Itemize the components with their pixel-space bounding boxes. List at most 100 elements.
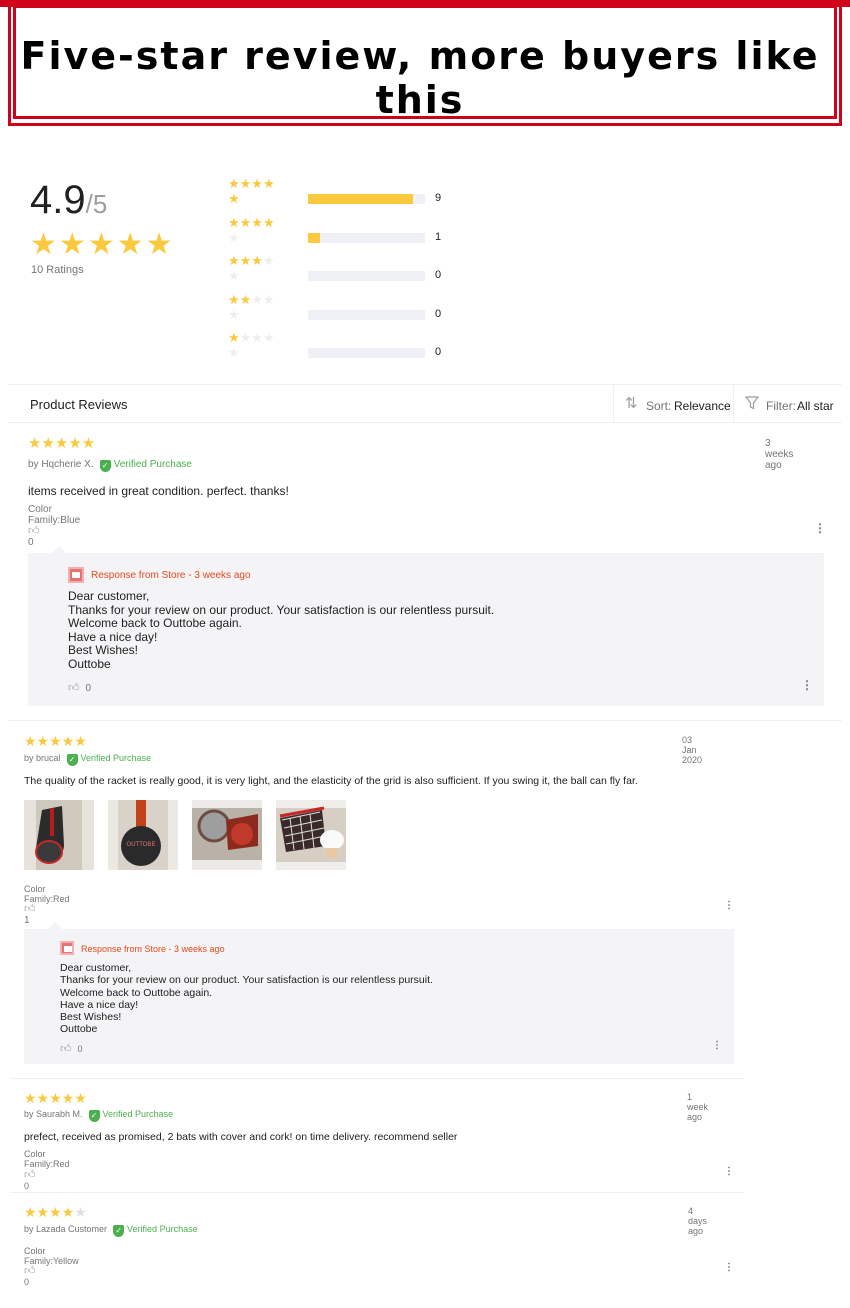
- response-title: Response from Store - 3 weeks ago: [91, 570, 251, 581]
- verified-shield-icon: ✓: [99, 460, 111, 472]
- like-button[interactable]: 👍︎0: [24, 1264, 42, 1287]
- author-name: by brucal: [24, 753, 61, 763]
- review-divider: [10, 1078, 744, 1079]
- star-icon: ★: [30, 228, 57, 261]
- distribution-count: 9: [435, 192, 442, 204]
- thumbs-up-icon: 👍︎: [28, 525, 40, 537]
- verified-label: Verified Purchase: [80, 753, 152, 763]
- distribution-count: 1: [435, 230, 442, 243]
- filter-dropdown[interactable]: Filter: All star: [733, 385, 843, 423]
- response-arrow: [52, 546, 66, 553]
- svg-text:OUTTOBE: OUTTOBE: [127, 842, 156, 848]
- author-name: by Saurabh M.: [24, 1109, 83, 1119]
- review-sku: Color Family:Red: [24, 884, 70, 904]
- rating-distribution: ★★★★ ★ 9 ★★★★ ★ 1 ★★★★ ★ 0 ★★★★ ★ 0 ★★★★ ★ 0: [228, 176, 468, 369]
- sort-value: Relevance: [674, 399, 731, 413]
- more-options-icon[interactable]: ⋮: [724, 900, 734, 912]
- like-count: 1: [24, 915, 30, 926]
- review-photo[interactable]: [24, 800, 94, 870]
- row-stars: ★★★★ ★: [228, 176, 275, 206]
- review-date: 3 weeks ago: [765, 438, 794, 471]
- review-photo[interactable]: OUTTOBE: [108, 800, 178, 870]
- review-stars: ★★★★★: [28, 435, 96, 452]
- author-name: by Lazada Customer: [24, 1224, 108, 1234]
- review-sku: Color Family:Yellow: [24, 1246, 79, 1266]
- average-rating: 4.9/5: [30, 178, 107, 223]
- rating-summary: 4.9/5 ★ ★ ★ ★ ★ 10 Ratings ★★★★ ★ 9 ★★★★ ★…: [0, 150, 850, 380]
- author-name: by Hqcherie X.: [28, 459, 94, 470]
- distribution-bar: [308, 232, 425, 243]
- distribution-row-3[interactable]: ★★★★ ★ 0: [228, 253, 468, 292]
- verified-label: Verified Purchase: [113, 459, 192, 470]
- star-icon: ★: [87, 228, 115, 261]
- promo-banner: Five-star review, more buyers like this: [0, 0, 850, 128]
- review-author: by Lazada Customer ✓ Verified Purchase: [24, 1224, 198, 1237]
- response-body: Dear customer, Thanks for your review on…: [68, 589, 495, 671]
- more-options-icon[interactable]: ⋮: [801, 679, 813, 691]
- average-score: 4.9: [30, 178, 86, 222]
- response-arrow: [48, 922, 62, 929]
- distribution-row-2[interactable]: ★★★★ ★ 0: [228, 292, 468, 331]
- review-date: 4 days ago: [688, 1206, 708, 1236]
- verified-label: Verified Purchase: [127, 1224, 198, 1234]
- review-content: items received in great condition. perfe…: [28, 484, 289, 498]
- review-photo[interactable]: [192, 800, 262, 870]
- verified-shield-icon: ✓: [88, 1110, 100, 1122]
- store-icon: [68, 567, 84, 583]
- store-icon: [60, 941, 74, 955]
- review-photo[interactable]: [276, 800, 346, 870]
- like-count: 0: [24, 1181, 30, 1191]
- average-out-of: /5: [85, 189, 108, 219]
- more-options-icon[interactable]: ⋮: [724, 1262, 734, 1274]
- response-like-button[interactable]: 👍︎ 0: [68, 681, 91, 694]
- row-stars: ★★★★ ★: [228, 291, 275, 322]
- store-response: Response from Store - 3 weeks ago Dear c…: [24, 922, 734, 1064]
- star-icon: ★: [116, 228, 144, 261]
- row-stars: ★★★★ ★: [228, 253, 275, 283]
- review-photos: OUTTOBE: [24, 800, 346, 870]
- star-icon: ★: [145, 228, 173, 261]
- review-content: The quality of the racket is really good…: [24, 775, 638, 787]
- more-options-icon[interactable]: ⋮: [724, 1166, 734, 1178]
- verified-label: Verified Purchase: [102, 1109, 174, 1119]
- star-icon: ★: [58, 228, 86, 261]
- like-count: 0: [24, 1277, 30, 1287]
- distribution-row-1[interactable]: ★★★★ ★ 0: [228, 330, 468, 369]
- like-count: 0: [28, 537, 34, 548]
- distribution-row-4[interactable]: ★★★★ ★ 1: [228, 215, 468, 254]
- review-sku: Color Family:Red: [24, 1149, 70, 1169]
- more-options-icon[interactable]: ⋮: [712, 1040, 722, 1052]
- sort-icon: ⇅: [625, 395, 638, 412]
- like-button[interactable]: 👍︎0: [28, 524, 46, 548]
- more-options-icon[interactable]: ⋮: [814, 522, 826, 534]
- thumbs-up-icon: 👍︎: [68, 682, 80, 694]
- sort-dropdown[interactable]: ⇅ Sort: Relevance: [613, 385, 733, 423]
- average-stars: ★ ★ ★ ★ ★: [30, 230, 173, 260]
- review-stars: ★★★★★: [24, 1090, 87, 1106]
- review-sku: Color Family:Blue: [28, 504, 81, 526]
- review-date: 03 Jan 2020: [682, 735, 703, 765]
- filter-icon: [744, 396, 760, 413]
- like-button[interactable]: 👍︎1: [24, 902, 42, 926]
- filter-value: All star: [797, 399, 834, 413]
- sort-label: Sort:: [646, 399, 672, 413]
- thumbs-up-icon: 👍︎: [24, 903, 36, 915]
- review-author: by Saurabh M. ✓ Verified Purchase: [24, 1109, 173, 1122]
- review-divider: [10, 1192, 744, 1193]
- review-author: by Hqcherie X. ✓ Verified Purchase: [28, 459, 192, 472]
- like-button[interactable]: 👍︎0: [24, 1168, 42, 1191]
- store-response: Response from Store - 3 weeks ago Dear c…: [28, 546, 824, 706]
- thumbs-up-icon: 👍︎: [24, 1265, 36, 1277]
- thumbs-up-icon: 👍︎: [60, 1043, 72, 1055]
- distribution-row-5[interactable]: ★★★★ ★ 9: [228, 176, 468, 215]
- response-like-button[interactable]: 👍︎ 0: [60, 1042, 83, 1055]
- review-divider: [8, 720, 842, 721]
- reviews-header: Product Reviews ⇅ Sort: Relevance Filter…: [8, 384, 842, 423]
- banner-title: Five-star review, more buyers like this: [20, 34, 820, 122]
- review-stars: ★★★★★: [24, 733, 87, 749]
- row-stars: ★★★★ ★: [228, 214, 275, 245]
- distribution-count: 0: [435, 307, 442, 320]
- review-stars: ★★★★★: [24, 1204, 87, 1220]
- filter-label: Filter:: [766, 399, 796, 413]
- thumbs-up-icon: 👍︎: [24, 1169, 36, 1181]
